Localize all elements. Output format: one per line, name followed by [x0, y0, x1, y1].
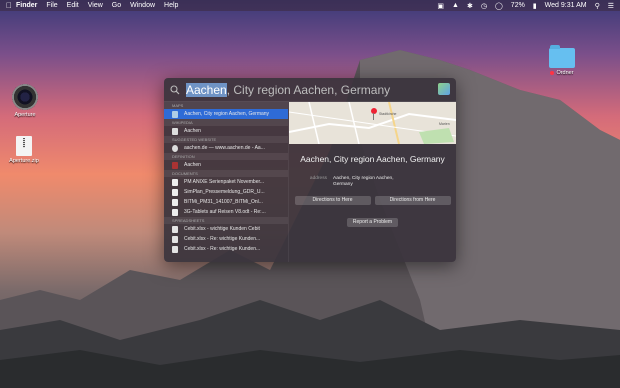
search-icon: [170, 84, 180, 94]
document-icon: [172, 178, 178, 186]
control-strip-icon[interactable]: ▣: [437, 2, 444, 10]
result-row-map[interactable]: Aachen, City region Aachen, Germany: [164, 109, 288, 119]
wiki-icon: [172, 127, 178, 135]
result-label: Aachen: [184, 162, 201, 168]
safari-icon: [172, 144, 178, 152]
desktop-icon-label: Ordner: [556, 70, 574, 76]
result-row-document[interactable]: PM ANIXE Serienpaket November...: [164, 177, 288, 187]
results-list: Maps Aachen, City region Aachen, Germany…: [164, 102, 289, 262]
menu-view[interactable]: View: [88, 2, 103, 9]
menu-edit[interactable]: Edit: [67, 2, 79, 9]
result-label: PM ANIXE Serienpaket November...: [184, 179, 265, 185]
address-key: address: [309, 176, 327, 181]
category-header-wikipedia: Wikipedia: [164, 119, 288, 126]
desktop-icon-aperture-zip[interactable]: Aperture.zip: [4, 136, 44, 164]
result-row-spreadsheet[interactable]: Cebit.xlsx - Re: wichtige Kunden...: [164, 244, 288, 254]
result-label: BITMi_PM31_141007_BITMi_Onl...: [184, 199, 263, 205]
menubar-clock[interactable]: Wed 9:31 AM: [545, 2, 587, 9]
directions-to-button[interactable]: Directions to Here: [294, 196, 371, 205]
bluetooth-icon[interactable]: ✱: [467, 2, 473, 10]
menu-file[interactable]: File: [46, 2, 57, 9]
document-icon: [172, 208, 178, 216]
result-row-wikipedia[interactable]: Aachen: [164, 126, 288, 136]
directions-from-button[interactable]: Directions from Here: [374, 196, 451, 205]
category-header-documents: Documents: [164, 170, 288, 177]
spreadsheet-icon: [172, 225, 178, 233]
airplay-icon[interactable]: ▲: [452, 2, 459, 9]
spreadsheet-icon: [172, 235, 178, 243]
category-header-website: Suggested Website: [164, 136, 288, 143]
result-row-spreadsheet[interactable]: Cebit.xlsx - Re: wichtige Kunden...: [164, 234, 288, 244]
address-line: Germany: [333, 182, 353, 187]
category-header-definition: Definition: [164, 153, 288, 160]
document-icon: [172, 188, 178, 196]
result-row-spreadsheet[interactable]: Cebit.xlsx - wichtige Kunden Cebit: [164, 224, 288, 234]
spotlight-query[interactable]: Aachen, City region Aachen, Germany: [186, 82, 391, 97]
notification-center-icon[interactable]: ☰: [608, 2, 614, 10]
map-pin-icon: [371, 108, 377, 114]
map-label: Marien: [439, 122, 450, 126]
desktop-icon-aperture[interactable]: Aperture: [8, 84, 42, 118]
result-label: Cebit.xlsx - wichtige Kunden Cebit: [184, 226, 260, 232]
wifi-icon[interactable]: ◯: [495, 2, 503, 10]
result-label: Aachen: [184, 128, 201, 134]
spotlight-search-bar[interactable]: Aachen, City region Aachen, Germany: [164, 78, 456, 102]
preview-title: Aachen, City region Aachen, Germany: [300, 154, 445, 164]
document-icon: [172, 198, 178, 206]
desktop-icon-label-wrap: Ordner: [543, 70, 581, 76]
maps-app-icon[interactable]: [438, 83, 450, 95]
zip-file-icon: [16, 136, 32, 156]
result-label: Cebit.xlsx - Re: wichtige Kunden...: [184, 236, 261, 242]
desktop-icon-label: Aperture.zip: [9, 158, 39, 164]
result-label: Aachen, City region Aachen, Germany: [184, 111, 270, 117]
apple-icon[interactable]: : [6, 1, 16, 10]
spotlight-window: Aachen, City region Aachen, Germany Maps…: [164, 78, 456, 262]
category-header-spreadsheets: Spreadsheets: [164, 217, 288, 224]
battery-icon[interactable]: ▮: [533, 2, 537, 10]
red-tag-icon: [550, 70, 555, 75]
desktop-icon-ordner[interactable]: Ordner: [543, 45, 581, 76]
dictionary-icon: [172, 161, 178, 169]
address-section: address Aachen, City region Aachen, Germ…: [289, 176, 456, 188]
result-label: aachen.de — www.aachen.de - Aa...: [184, 145, 265, 151]
spreadsheet-icon: [172, 245, 178, 253]
query-selected-text: Aachen: [186, 82, 227, 97]
menu-app-finder[interactable]: Finder: [16, 2, 37, 9]
address-value: Aachen, City region Aachen, Germany: [333, 176, 394, 188]
category-header-maps: Maps: [164, 102, 288, 109]
directions-buttons: Directions to Here Directions from Here: [289, 196, 456, 205]
folder-icon: [549, 45, 575, 68]
status-area: ▣ ▲ ✱ ◷ ◯ 72% ▮ Wed 9:31 AM ⚲ ☰: [437, 2, 614, 10]
battery-percent[interactable]: 72%: [511, 2, 525, 9]
result-row-document[interactable]: BITMi_PM31_141007_BITMi_Onl...: [164, 197, 288, 207]
result-row-document[interactable]: 3G-Tablets auf Reisen V8.odt - Re:...: [164, 207, 288, 217]
desktop-icon-label: Aperture: [14, 112, 36, 118]
map-preview[interactable]: Stadtkirche Marien: [289, 102, 456, 144]
result-label: Cebit.xlsx - Re: wichtige Kunden...: [184, 246, 261, 252]
preview-pane: Stadtkirche Marien Aachen, City region A…: [289, 102, 456, 262]
menu-go[interactable]: Go: [112, 2, 121, 9]
clock-icon[interactable]: ◷: [481, 2, 487, 10]
result-label: 3G-Tablets auf Reisen V8.odt - Re:...: [184, 209, 266, 215]
menubar:  Finder File Edit View Go Window Help ▣…: [0, 0, 620, 11]
map-label: Stadtkirche: [379, 112, 397, 116]
report-problem-button[interactable]: Report a Problem: [346, 218, 399, 227]
result-row-definition[interactable]: Aachen: [164, 160, 288, 170]
map-icon: [172, 110, 178, 118]
result-row-website[interactable]: aachen.de — www.aachen.de - Aa...: [164, 143, 288, 153]
desktop:  Finder File Edit View Go Window Help ▣…: [0, 0, 620, 388]
map-pin-stick: [373, 113, 374, 120]
result-row-document[interactable]: SimPlan_Pressemeldung_GDR_U...: [164, 187, 288, 197]
camera-icon: [12, 84, 38, 110]
query-completion: , City region Aachen, Germany: [226, 82, 391, 97]
menu-help[interactable]: Help: [164, 2, 178, 9]
result-label: SimPlan_Pressemeldung_GDR_U...: [184, 189, 265, 195]
menu-window[interactable]: Window: [130, 2, 155, 9]
spotlight-icon[interactable]: ⚲: [595, 2, 600, 10]
